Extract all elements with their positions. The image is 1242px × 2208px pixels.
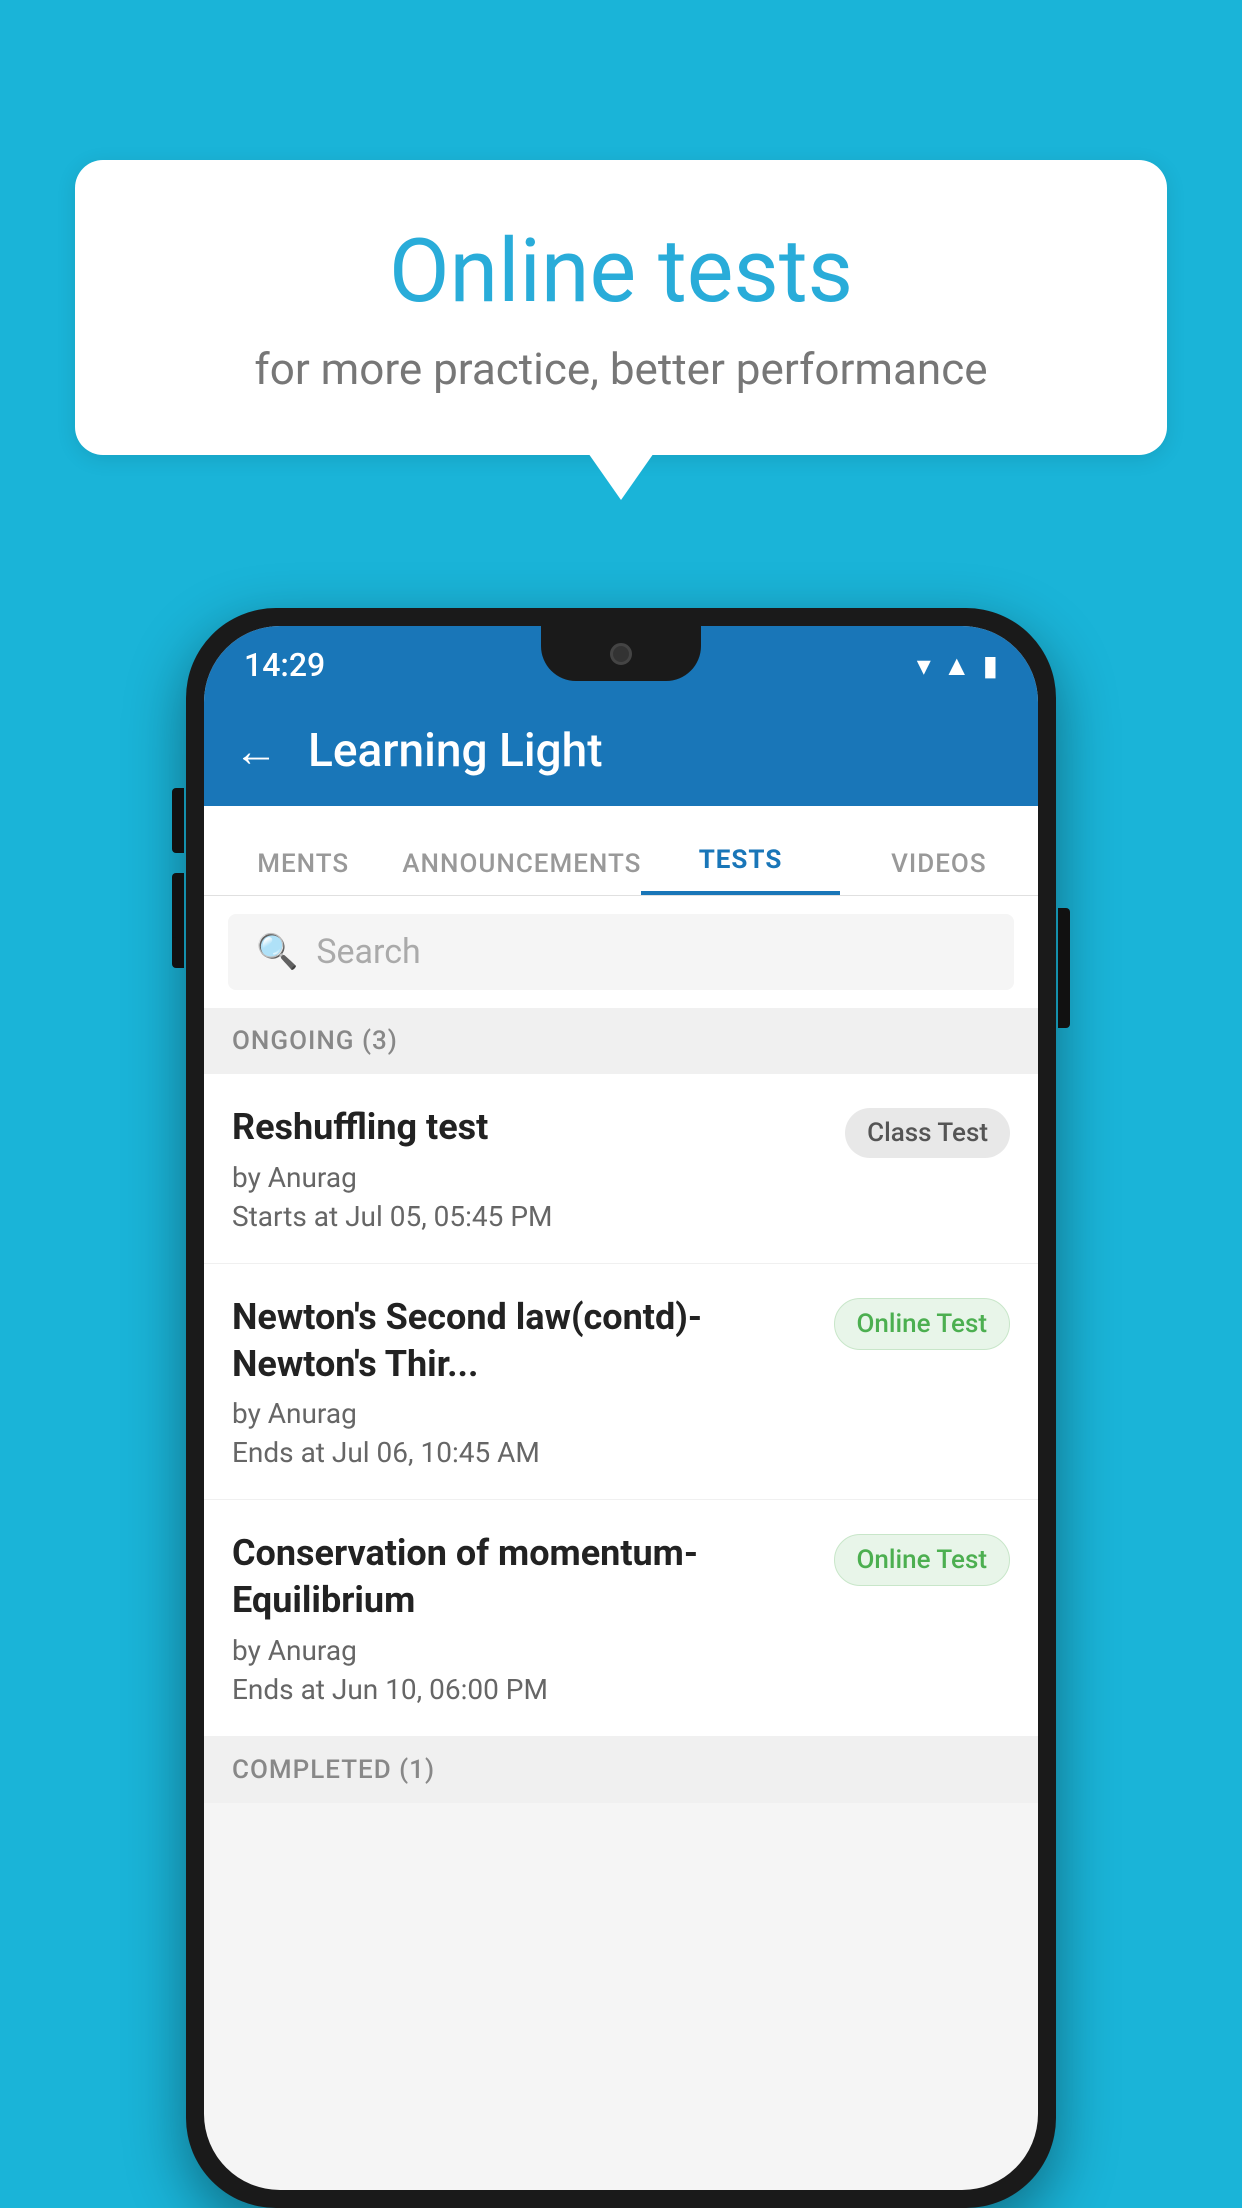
search-bar[interactable]: 🔍 Search — [228, 914, 1014, 990]
test-list: Reshuffling test by Anurag Starts at Jul… — [204, 1074, 1038, 1737]
search-container: 🔍 Search — [204, 896, 1038, 1008]
completed-section-label: COMPLETED (1) — [204, 1737, 1038, 1803]
signal-icon: ▲ — [943, 649, 971, 682]
app-bar-title: Learning Light — [308, 724, 603, 778]
test-date: Ends at Jul 06, 10:45 AM — [232, 1436, 814, 1469]
test-info: Conservation of momentum-Equilibrium by … — [232, 1530, 834, 1706]
test-badge: Class Test — [845, 1108, 1010, 1158]
bubble-subtitle: for more practice, better performance — [125, 343, 1117, 395]
search-icon: 🔍 — [256, 932, 298, 972]
test-item[interactable]: Newton's Second law(contd)-Newton's Thir… — [204, 1264, 1038, 1501]
test-by: by Anurag — [232, 1634, 814, 1667]
search-placeholder: Search — [316, 932, 420, 972]
tabs-bar: MENTS ANNOUNCEMENTS TESTS VIDEOS — [204, 806, 1038, 896]
vol-down-button — [172, 873, 184, 938]
test-item[interactable]: Reshuffling test by Anurag Starts at Jul… — [204, 1074, 1038, 1264]
test-badge: Online Test — [834, 1298, 1011, 1350]
test-date: Starts at Jul 05, 05:45 PM — [232, 1200, 825, 1233]
test-badge: Online Test — [834, 1534, 1011, 1586]
tab-ments[interactable]: MENTS — [204, 806, 402, 895]
tab-videos[interactable]: VIDEOS — [840, 806, 1038, 895]
test-info: Newton's Second law(contd)-Newton's Thir… — [232, 1294, 834, 1470]
status-icons: ▾ ▲ ▮ — [917, 649, 998, 682]
tab-tests[interactable]: TESTS — [641, 806, 839, 895]
phone-mockup: 14:29 ▾ ▲ ▮ ← Learning Light MENTS ANNOU… — [186, 608, 1056, 2208]
test-info: Reshuffling test by Anurag Starts at Jul… — [232, 1104, 845, 1233]
wifi-icon: ▾ — [917, 649, 931, 682]
tab-announcements[interactable]: ANNOUNCEMENTS — [402, 806, 641, 895]
test-item[interactable]: Conservation of momentum-Equilibrium by … — [204, 1500, 1038, 1737]
test-name: Reshuffling test — [232, 1104, 825, 1151]
back-button[interactable]: ← — [234, 725, 278, 777]
test-by: by Anurag — [232, 1397, 814, 1430]
test-date: Ends at Jun 10, 06:00 PM — [232, 1673, 814, 1706]
status-time: 14:29 — [244, 646, 325, 684]
test-by: by Anurag — [232, 1161, 825, 1194]
test-name: Conservation of momentum-Equilibrium — [232, 1530, 814, 1624]
battery-icon: ▮ — [983, 649, 998, 682]
front-camera — [610, 643, 632, 665]
ongoing-section-label: ONGOING (3) — [204, 1008, 1038, 1074]
promo-bubble: Online tests for more practice, better p… — [75, 160, 1167, 455]
test-name: Newton's Second law(contd)-Newton's Thir… — [232, 1294, 814, 1388]
app-bar: ← Learning Light — [204, 696, 1038, 806]
phone-notch — [541, 626, 701, 681]
bubble-title: Online tests — [125, 220, 1117, 323]
phone-outer: 14:29 ▾ ▲ ▮ ← Learning Light MENTS ANNOU… — [186, 608, 1056, 2208]
phone-screen: 14:29 ▾ ▲ ▮ ← Learning Light MENTS ANNOU… — [204, 626, 1038, 2190]
vol-up-button — [172, 788, 184, 853]
